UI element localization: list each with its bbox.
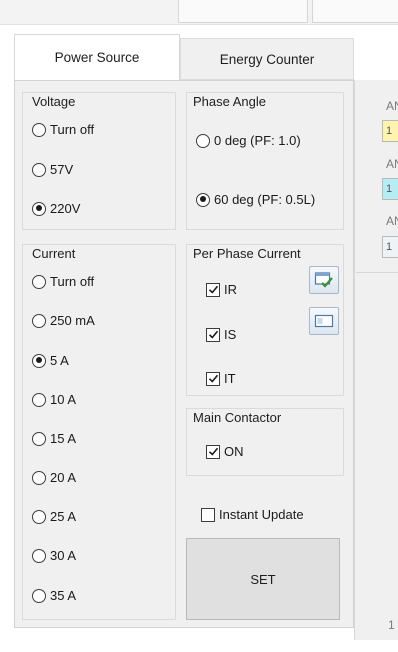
option-label: 57V xyxy=(50,162,74,177)
checkbox-label: ON xyxy=(224,444,244,459)
option-label: 250 mA xyxy=(50,313,95,328)
radio-button[interactable] xyxy=(32,162,46,177)
radio-button-selected[interactable] xyxy=(196,192,210,207)
side-value: 1 xyxy=(386,125,393,137)
set-button[interactable]: SET xyxy=(186,538,340,620)
current-option-5a[interactable]: 5 A xyxy=(32,353,69,368)
checkbox[interactable] xyxy=(201,507,215,522)
set-button-label: SET xyxy=(250,571,276,587)
radio-button[interactable] xyxy=(32,313,46,328)
option-label: 15 A xyxy=(50,431,77,446)
tab-label: Power Source xyxy=(54,50,140,65)
select-all-button[interactable] xyxy=(309,266,339,294)
option-label: 35 A xyxy=(50,588,77,603)
checkbox[interactable] xyxy=(206,327,220,342)
top-toolbar-button-2[interactable] xyxy=(312,0,398,23)
checkbox[interactable] xyxy=(206,371,220,386)
option-label: 10 A xyxy=(50,392,77,407)
side-divider xyxy=(356,272,398,273)
per-phase-current-title: Per Phase Current xyxy=(193,246,301,261)
current-option-20a[interactable]: 20 A xyxy=(32,470,76,485)
option-label: Turn off xyxy=(50,274,95,289)
phase-ir-checkbox[interactable]: IR xyxy=(206,282,237,297)
radio-button[interactable] xyxy=(32,588,46,603)
option-label: Turn off xyxy=(50,122,95,137)
current-option-25a[interactable]: 25 A xyxy=(32,509,76,524)
top-toolbar-button[interactable] xyxy=(178,0,308,23)
current-option-30a[interactable]: 30 A xyxy=(32,548,76,563)
current-option-35a[interactable]: 35 A xyxy=(32,588,76,603)
radio-button[interactable] xyxy=(32,548,46,563)
radio-button-selected[interactable] xyxy=(32,201,46,216)
current-option-10a[interactable]: 10 A xyxy=(32,392,76,407)
phase-angle-title: Phase Angle xyxy=(193,94,267,109)
radio-button[interactable] xyxy=(32,274,46,289)
phase-is-checkbox[interactable]: IS xyxy=(206,327,236,342)
checkmark-icon xyxy=(208,330,218,339)
radio-button[interactable] xyxy=(32,392,46,407)
phase-it-checkbox[interactable]: IT xyxy=(206,371,236,386)
radio-button[interactable] xyxy=(32,509,46,524)
checkbox-label: IT xyxy=(224,371,236,386)
side-label: AN xyxy=(386,214,398,228)
current-title: Current xyxy=(32,246,76,261)
main-contactor-title: Main Contactor xyxy=(193,410,282,425)
option-label: 25 A xyxy=(50,509,77,524)
checkmark-icon xyxy=(208,447,218,456)
voltage-option-57v[interactable]: 57V xyxy=(32,162,73,177)
checkmark-icon xyxy=(208,285,218,294)
checkbox-label: Instant Update xyxy=(219,507,304,522)
current-option-15a[interactable]: 15 A xyxy=(32,431,76,446)
option-label: 5 A xyxy=(50,353,69,368)
phase-angle-group xyxy=(186,92,344,230)
radio-button[interactable] xyxy=(32,470,46,485)
voltage-title: Voltage xyxy=(32,94,76,109)
radio-button[interactable] xyxy=(32,122,46,137)
checkbox[interactable] xyxy=(206,444,220,459)
tab-power-source[interactable]: Power Source xyxy=(14,34,180,80)
side-bottom-text: 1 xyxy=(388,618,395,632)
option-label: 0 deg (PF: 1.0) xyxy=(214,133,301,148)
current-option-250ma[interactable]: 250 mA xyxy=(32,313,95,328)
option-label: 220V xyxy=(50,201,81,216)
deselect-all-button[interactable] xyxy=(309,307,339,335)
option-label: 60 deg (PF: 0.5L) xyxy=(214,192,316,207)
side-value-box: 1 xyxy=(382,178,398,200)
deselect-all-icon xyxy=(314,314,334,328)
current-option-turn-off[interactable]: Turn off xyxy=(32,274,94,289)
option-label: 20 A xyxy=(50,470,77,485)
instant-update-checkbox[interactable]: Instant Update xyxy=(201,507,304,522)
phase-angle-option-0deg[interactable]: 0 deg (PF: 1.0) xyxy=(196,133,301,148)
voltage-option-220v[interactable]: 220V xyxy=(32,201,80,216)
side-value-box: 1 xyxy=(382,236,398,258)
main-contactor-on-checkbox[interactable]: ON xyxy=(206,444,244,459)
radio-button[interactable] xyxy=(32,431,46,446)
tab-energy-counter[interactable]: Energy Counter xyxy=(180,38,354,80)
side-label: AN xyxy=(386,99,398,113)
side-value: 1 xyxy=(386,241,393,253)
radio-button-selected[interactable] xyxy=(32,353,46,368)
checkbox-label: IS xyxy=(224,327,237,342)
side-label: AN xyxy=(386,157,398,171)
voltage-option-turn-off[interactable]: Turn off xyxy=(32,122,94,137)
tab-label: Energy Counter xyxy=(219,51,315,67)
select-all-icon xyxy=(314,272,333,288)
checkmark-icon xyxy=(208,374,218,383)
checkbox-label: IR xyxy=(224,282,237,297)
checkbox[interactable] xyxy=(206,282,220,297)
side-value-box: 1 xyxy=(382,120,398,142)
radio-button[interactable] xyxy=(196,133,210,148)
side-value: 1 xyxy=(386,183,393,195)
option-label: 30 A xyxy=(50,548,77,563)
phase-angle-option-60deg[interactable]: 60 deg (PF: 0.5L) xyxy=(196,192,315,207)
